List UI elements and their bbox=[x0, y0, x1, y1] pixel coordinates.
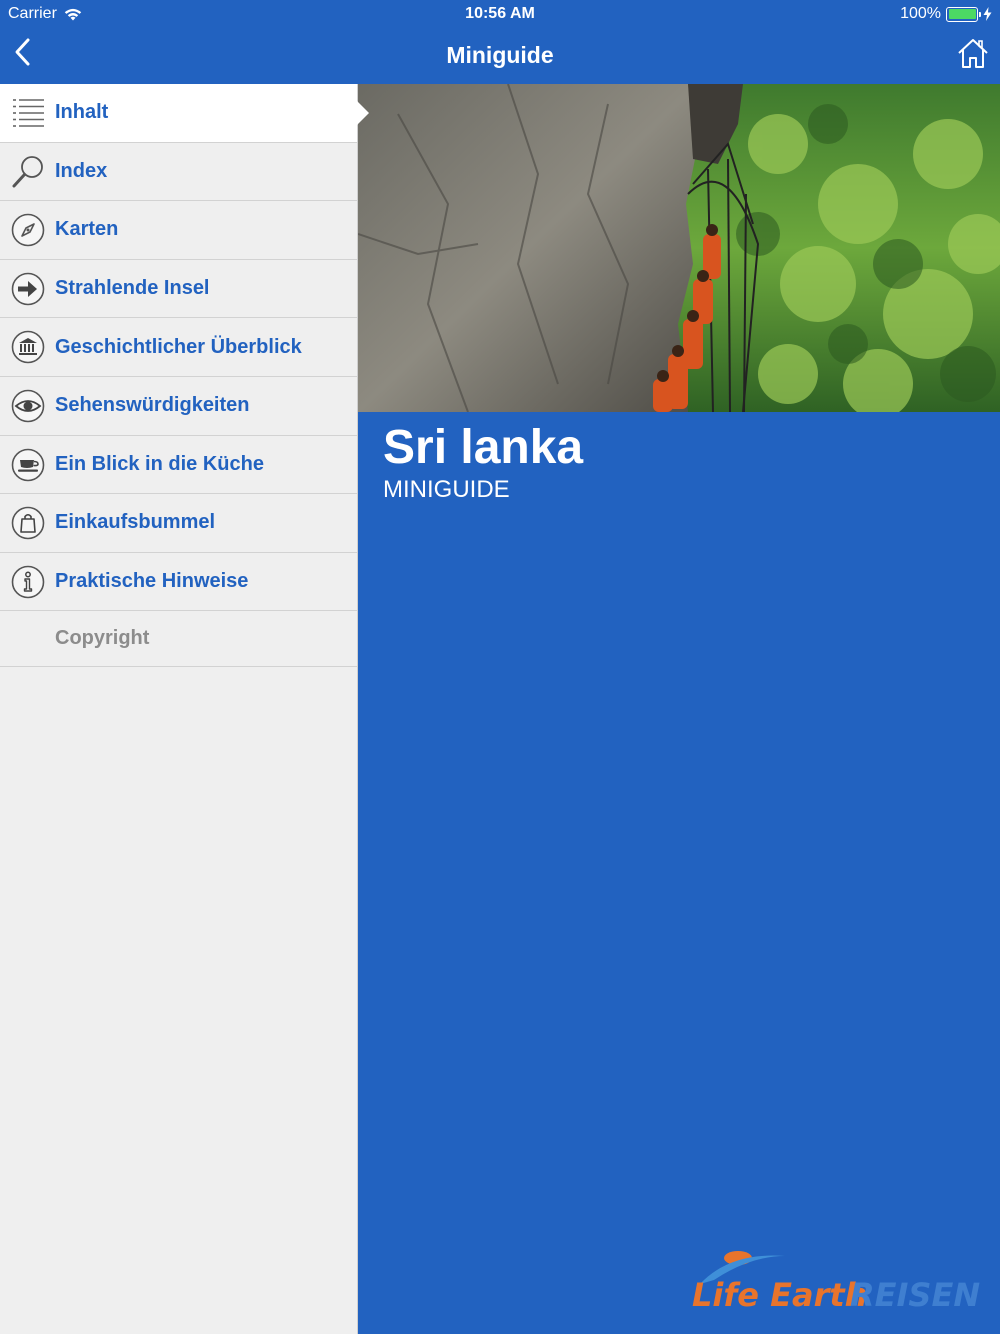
main-content: Sri lanka MINIGUIDE Life Earth REISEN bbox=[358, 84, 1000, 1334]
sidebar-item-label: Strahlende Insel bbox=[55, 277, 210, 300]
battery-icon bbox=[946, 6, 981, 22]
sidebar-item-label: Sehenswürdigkeiten bbox=[55, 394, 250, 417]
life-earth-reisen-logo: Life Earth REISEN bbox=[692, 1251, 980, 1314]
magnifier-icon bbox=[12, 155, 43, 188]
info-icon bbox=[11, 565, 45, 599]
arrow-right-icon bbox=[11, 272, 45, 306]
sidebar-item-label: Copyright bbox=[55, 627, 150, 650]
charging-bolt-icon bbox=[983, 7, 992, 21]
svg-text:Life Earth: Life Earth bbox=[692, 1276, 867, 1314]
list-icon bbox=[13, 99, 44, 127]
sidebar-item-label: Karten bbox=[55, 218, 119, 241]
shopping-bag-icon bbox=[11, 506, 45, 540]
page-title: Miniguide bbox=[446, 42, 554, 68]
svg-text:REISEN: REISEN bbox=[850, 1276, 980, 1314]
museum-icon bbox=[11, 331, 45, 364]
sidebar-item-inhalt[interactable]: Inhalt bbox=[0, 84, 369, 143]
sidebar-item-label: Inhalt bbox=[55, 101, 109, 124]
battery-indicator: 100% bbox=[900, 5, 992, 23]
sidebar-item-strahlende-insel[interactable]: Strahlende Insel bbox=[0, 260, 357, 319]
sidebar-item-label: Ein Blick in die Küche bbox=[55, 452, 264, 475]
status-bar: Carrier 10:56 AM 100% bbox=[0, 0, 1000, 28]
sidebar-item-kueche[interactable]: Ein Blick in die Küche bbox=[0, 436, 357, 495]
sidebar-item-sehenswuerdigkeiten[interactable]: Sehenswürdigkeiten bbox=[0, 377, 357, 436]
top-bar: Carrier 10:56 AM 100% Miniguide bbox=[0, 0, 1000, 84]
sidebar-item-einkaufsbummel[interactable]: Einkaufsbummel bbox=[0, 494, 357, 553]
sidebar-item-label: Index bbox=[55, 159, 108, 182]
sidebar-item-label: Einkaufsbummel bbox=[55, 511, 216, 534]
sidebar-item-label: Praktische Hinweise bbox=[55, 570, 249, 593]
sidebar-item-geschichte[interactable]: Geschichtlicher Überblick bbox=[0, 318, 357, 377]
sidebar-item-label: Geschichtlicher Überblick bbox=[55, 335, 302, 358]
home-button[interactable] bbox=[956, 36, 990, 70]
cover-subtitle: MINIGUIDE bbox=[383, 476, 510, 503]
cover-title: Sri lanka bbox=[383, 421, 584, 474]
sidebar-item-index[interactable]: Index bbox=[0, 143, 357, 202]
clock: 10:56 AM bbox=[465, 5, 535, 22]
compass-icon bbox=[11, 213, 45, 247]
sidebar-item-karten[interactable]: Karten bbox=[0, 201, 357, 260]
cover-photo bbox=[358, 84, 1000, 412]
battery-percent: 100% bbox=[900, 5, 941, 22]
sidebar-item-praktische-hinweise[interactable]: Praktische Hinweise bbox=[0, 553, 357, 612]
sidebar: Inhalt Index Karten Strahlende Insel Ges… bbox=[0, 84, 369, 1334]
sidebar-item-copyright[interactable]: Copyright bbox=[0, 611, 357, 668]
food-icon bbox=[11, 448, 45, 481]
eye-icon bbox=[11, 389, 45, 423]
home-icon bbox=[958, 39, 988, 68]
